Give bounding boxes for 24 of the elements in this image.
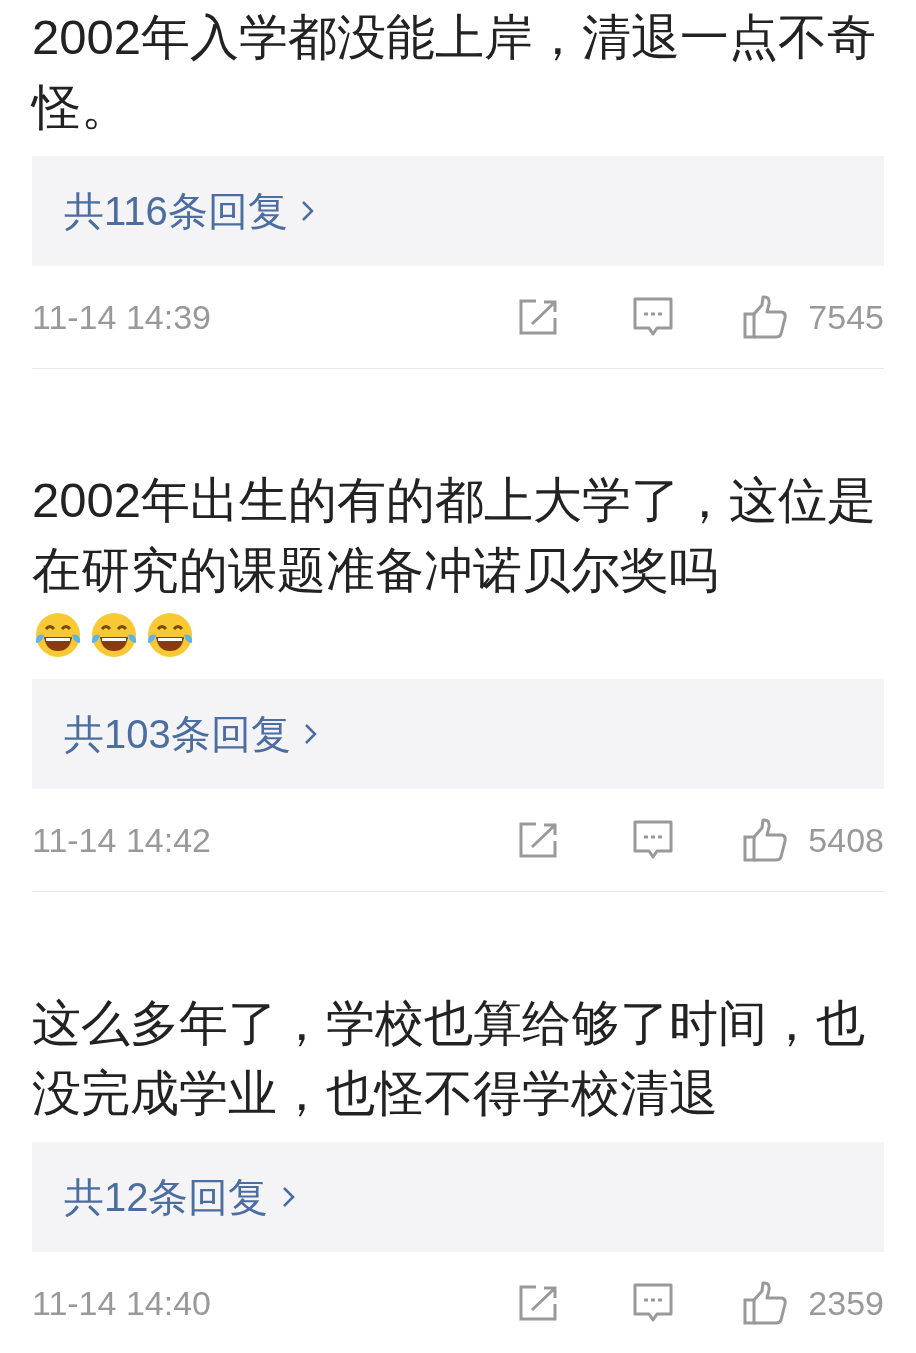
chevron-right-icon	[302, 722, 319, 746]
comment-icon[interactable]	[632, 296, 675, 338]
replies-panel[interactable]: 共12条回复	[32, 1142, 884, 1252]
chevron-right-icon	[280, 1185, 297, 1209]
thumbs-up-icon[interactable]	[742, 1280, 789, 1326]
like-count: 7545	[808, 296, 884, 338]
like-count: 2359	[808, 1282, 884, 1324]
comment-time: 11-14 14:39	[32, 296, 212, 338]
comment-icon[interactable]	[632, 1282, 675, 1324]
replies-panel[interactable]: 共103条回复	[32, 679, 884, 789]
comment-text: 2002年出生的有的都上大学了，这位是在研究的课题准备冲诺贝尔奖吗	[32, 472, 877, 599]
thumbs-up-icon[interactable]	[742, 817, 789, 863]
chevron-right-icon	[299, 199, 316, 223]
comment-icon[interactable]	[632, 819, 675, 861]
replies-link[interactable]: 共103条回复	[64, 704, 291, 764]
replies-link[interactable]: 共12条回复	[64, 1167, 269, 1227]
comment-time: 11-14 14:42	[32, 819, 212, 861]
like-count: 5408	[808, 819, 884, 861]
replies-panel[interactable]: 共116条回复	[32, 156, 884, 266]
comment-text: 2002年入学都没能上岸，清退一点不奇怪。	[32, 9, 877, 136]
comment-time: 11-14 14:40	[32, 1282, 212, 1324]
thumbs-up-icon[interactable]	[742, 294, 789, 340]
comment-text: 这么多年了，学校也算给够了时间，也没完成学业，也怪不得学校清退	[32, 995, 866, 1122]
replies-link[interactable]: 共116条回复	[64, 181, 288, 241]
